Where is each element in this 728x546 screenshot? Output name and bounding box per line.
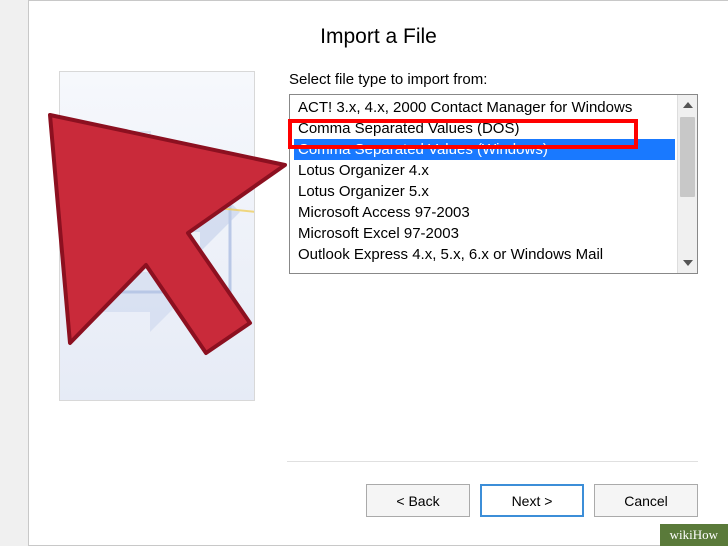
list-content: ACT! 3.x, 4.x, 2000 Contact Manager for … (294, 97, 675, 265)
button-row: < Back Next > Cancel (287, 461, 698, 517)
list-item[interactable]: Microsoft Access 97-2003 (294, 202, 675, 223)
scrollbar[interactable] (677, 95, 697, 273)
decorative-image (59, 71, 255, 401)
dialog-title: Import a File (29, 1, 728, 71)
dialog-content: Select file type to import from: ACT! 3.… (29, 71, 728, 401)
list-item[interactable]: ACT! 3.x, 4.x, 2000 Contact Manager for … (294, 97, 675, 118)
list-item-selected[interactable]: Comma Separated Values (Windows) (294, 139, 675, 160)
import-file-dialog: Import a File (28, 0, 728, 546)
list-item[interactable]: Lotus Organizer 4.x (294, 160, 675, 181)
scroll-thumb[interactable] (680, 117, 695, 197)
file-type-listbox[interactable]: ACT! 3.x, 4.x, 2000 Contact Manager for … (289, 94, 698, 274)
list-item[interactable]: Microsoft Excel 97-2003 (294, 223, 675, 244)
list-item[interactable]: Outlook Express 4.x, 5.x, 6.x or Windows… (294, 244, 675, 265)
watermark: wikiHow (660, 524, 728, 546)
left-panel (59, 71, 255, 401)
right-panel: Select file type to import from: ACT! 3.… (289, 71, 698, 401)
next-button[interactable]: Next > (480, 484, 584, 517)
back-button[interactable]: < Back (366, 484, 470, 517)
file-type-label: Select file type to import from: (289, 71, 698, 88)
list-item[interactable]: Lotus Organizer 5.x (294, 181, 675, 202)
cancel-button[interactable]: Cancel (594, 484, 698, 517)
list-item[interactable]: Comma Separated Values (DOS) (294, 118, 675, 139)
scroll-down-arrow[interactable] (678, 253, 697, 273)
scroll-up-arrow[interactable] (678, 95, 697, 115)
